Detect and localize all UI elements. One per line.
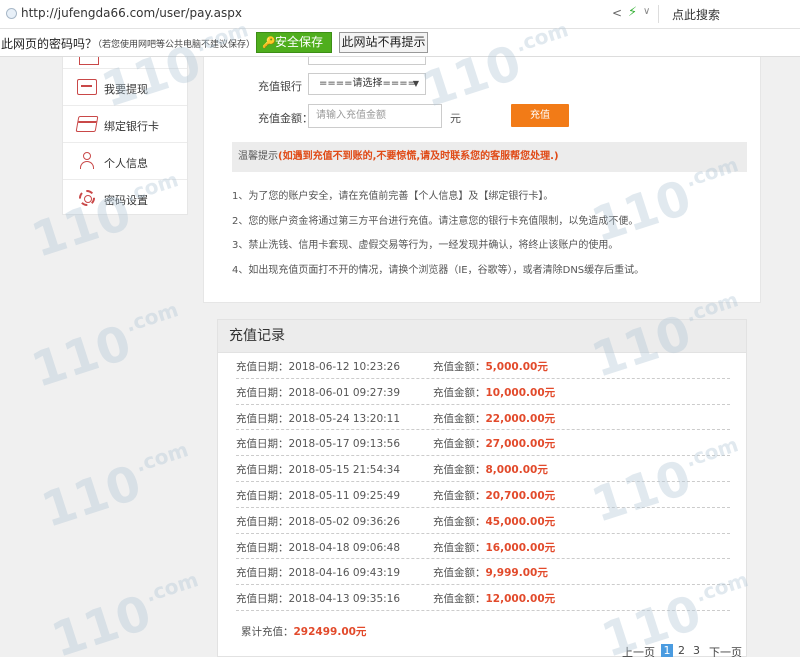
rules-list: 1、为了您的账户安全，请在充值前完善【个人信息】及【绑定银行卡】。 2、您的账户… xyxy=(232,190,752,288)
record-amount: 充值金额：20,700.00元 xyxy=(433,489,556,502)
record-row: 充值日期：2018-05-15 21:54:34 充值金额：8,000.00元 xyxy=(236,456,730,482)
record-amount: 充值金额：45,000.00元 xyxy=(433,515,556,528)
partial-icon xyxy=(79,57,99,65)
record-date: 充值日期：2018-05-15 21:54:34 xyxy=(236,464,401,477)
page-link-3[interactable]: 3 xyxy=(693,644,700,657)
record-date: 充值日期：2018-05-17 09:13:56 xyxy=(236,438,401,451)
sidebar-item-label: 个人信息 xyxy=(104,157,148,170)
record-amount: 充值金额：12,000.00元 xyxy=(433,593,556,606)
sidebar-item-partial[interactable] xyxy=(63,57,187,69)
password-tip: （若您使用网吧等公共电脑不建议保存） xyxy=(93,40,256,50)
record-row: 充值日期：2018-05-17 09:13:56 充值金额：27,000.00元 xyxy=(236,430,730,457)
record-date: 充值日期：2018-04-18 09:06:48 xyxy=(236,541,401,554)
record-date: 充值日期：2018-05-11 09:25:49 xyxy=(236,489,401,502)
notice-warning: (如遇到充值不到账的,不要惊慌,请及时联系您的客服帮您处理.) xyxy=(278,151,559,162)
watermark-logo: 110.com xyxy=(25,297,182,399)
notice-box: 温馨提示(如遇到充值不到账的,不要惊慌,请及时联系您的客服帮您处理.) xyxy=(232,142,747,172)
lightning-icon[interactable]: ⚡ xyxy=(628,5,637,20)
watermark-logo: 110.com xyxy=(35,437,192,539)
record-date: 充值日期：2018-05-24 13:20:11 xyxy=(236,412,401,425)
record-row: 充值日期：2018-05-24 13:20:11 充值金额：22,000.00元 xyxy=(236,405,730,431)
record-date: 充值日期：2018-04-16 09:43:19 xyxy=(236,567,401,580)
key-icon: 🔑 xyxy=(262,36,276,49)
secure-save-button[interactable]: 🔑 安全保存 xyxy=(256,32,332,53)
records-total: 累计充值：292499.00元 xyxy=(241,624,366,639)
page-link-2[interactable]: 2 xyxy=(678,644,685,657)
sidebar-item-label: 绑定银行卡 xyxy=(104,120,159,133)
globe-icon xyxy=(6,8,17,19)
rule-item: 2、您的账户资金将通过第三方平台进行充值。请注意您的银行卡充值限制，以免造成不便… xyxy=(232,215,639,227)
record-row: 充值日期：2018-04-13 09:35:16 充值金额：12,000.00元 xyxy=(236,585,730,611)
search-box[interactable]: 点此搜索 xyxy=(672,6,720,23)
record-date: 充值日期：2018-05-02 09:36:26 xyxy=(236,515,401,528)
record-amount: 充值金额：9,999.00元 xyxy=(433,567,548,580)
record-row: 充值日期：2018-05-02 09:36:26 充值金额：45,000.00元 xyxy=(236,508,730,534)
browser-address-bar: http://jufengda66.com/user/pay.aspx < ⚡ … xyxy=(0,0,800,29)
password-save-bar: 此网页的密码吗？ （若您使用网吧等公共电脑不建议保存） 🔑 安全保存 此网站不再… xyxy=(0,29,800,57)
records-title: 充值记录 xyxy=(218,320,746,353)
record-date: 充值日期：2018-04-13 09:35:16 xyxy=(236,593,401,606)
url-field[interactable]: http://jufengda66.com/user/pay.aspx xyxy=(21,6,242,20)
bank-card-icon xyxy=(75,116,99,132)
record-row: 充值日期：2018-06-01 09:27:39 充值金额：10,000.00元 xyxy=(236,379,730,405)
record-date: 充值日期：2018-06-01 09:27:39 xyxy=(236,386,401,399)
recharge-button[interactable]: 充值 xyxy=(511,104,569,127)
never-prompt-button[interactable]: 此网站不再提示 xyxy=(339,32,428,53)
next-page-link[interactable]: 下一页 xyxy=(709,644,742,657)
record-row: 充值日期：2018-04-18 09:06:48 充值金额：16,000.00元 xyxy=(236,534,730,560)
share-icon[interactable]: < xyxy=(612,6,622,20)
record-row: 充值日期：2018-04-16 09:43:19 充值金额：9,999.00元 xyxy=(236,559,730,586)
amount-input[interactable]: 请输入充值金额 xyxy=(308,104,442,128)
dropdown-arrow-icon: ▼ xyxy=(412,79,419,88)
record-amount: 充值金额：10,000.00元 xyxy=(433,386,556,399)
record-row: 充值日期：2018-05-11 09:25:49 充值金额：20,700.00元 xyxy=(236,482,730,508)
watermark-logo: 110.com xyxy=(45,567,202,657)
sidebar-item-label: 我要提现 xyxy=(104,83,148,96)
record-amount: 充值金额：5,000.00元 xyxy=(433,361,548,373)
record-amount: 充值金额：16,000.00元 xyxy=(433,541,556,554)
record-amount: 充值金额：22,000.00元 xyxy=(433,412,556,425)
records-list: 充值日期：2018-06-12 10:23:26 充值金额：5,000.00元 充… xyxy=(236,353,730,611)
amount-label: 充值金额： xyxy=(258,112,313,125)
total-value: 292499.00元 xyxy=(293,626,367,638)
secure-save-label: 安全保存 xyxy=(275,35,324,49)
rule-item: 4、如出现充值页面打不开的情况，请换个浏览器（IE，谷歌等），或者清除DNS缓存… xyxy=(232,264,645,276)
withdraw-icon xyxy=(77,79,97,95)
prev-page-link[interactable]: 上一页 xyxy=(622,644,655,657)
sidebar-item-password[interactable]: 密码设置 xyxy=(63,180,187,217)
page-link-1[interactable]: 1 xyxy=(661,644,673,657)
amount-unit: 元 xyxy=(450,112,461,125)
recharge-records-panel: 充值记录 充值日期：2018-06-12 10:23:26 充值金额：5,000.… xyxy=(217,319,747,657)
user-icon xyxy=(77,152,97,169)
bank-select-value: ====请选择==== xyxy=(319,78,417,89)
chevron-down-icon[interactable]: ∨ xyxy=(643,6,650,17)
sidebar-item-label: 密码设置 xyxy=(104,194,148,207)
gear-icon xyxy=(79,190,95,206)
record-date: 充值日期：2018-06-12 10:23:26 xyxy=(236,361,401,373)
sidebar-item-withdraw[interactable]: 我要提现 xyxy=(63,69,187,106)
partial-input-field[interactable] xyxy=(308,57,426,65)
sidebar-item-bind-card[interactable]: 绑定银行卡 xyxy=(63,106,187,143)
total-label: 累计充值： xyxy=(241,626,294,638)
divider xyxy=(658,5,659,23)
sidebar-item-profile[interactable]: 个人信息 xyxy=(63,143,187,180)
record-row: 充值日期：2018-06-12 10:23:26 充值金额：5,000.00元 xyxy=(236,353,730,379)
rule-item: 1、为了您的账户安全，请在充值前完善【个人信息】及【绑定银行卡】。 xyxy=(232,191,554,202)
rule-item: 3、禁止洗钱、信用卡套现、虚假交易等行为，一经发现并确认，将终止该账户的使用。 xyxy=(232,240,619,251)
recharge-panel: 充值银行 ====请选择==== ▼ 充值金额： 请输入充值金额 元 充值 温馨… xyxy=(203,57,761,303)
record-amount: 充值金额：27,000.00元 xyxy=(433,438,556,451)
record-amount: 充值金额：8,000.00元 xyxy=(433,464,548,477)
bank-select[interactable]: ====请选择==== ▼ xyxy=(308,73,426,95)
notice-prefix: 温馨提示 xyxy=(238,151,278,162)
password-question: 此网页的密码吗？ xyxy=(1,37,98,51)
sidebar-menu: 我要提现 绑定银行卡 个人信息 密码设置 xyxy=(62,57,188,215)
bank-label: 充值银行 xyxy=(258,80,302,93)
